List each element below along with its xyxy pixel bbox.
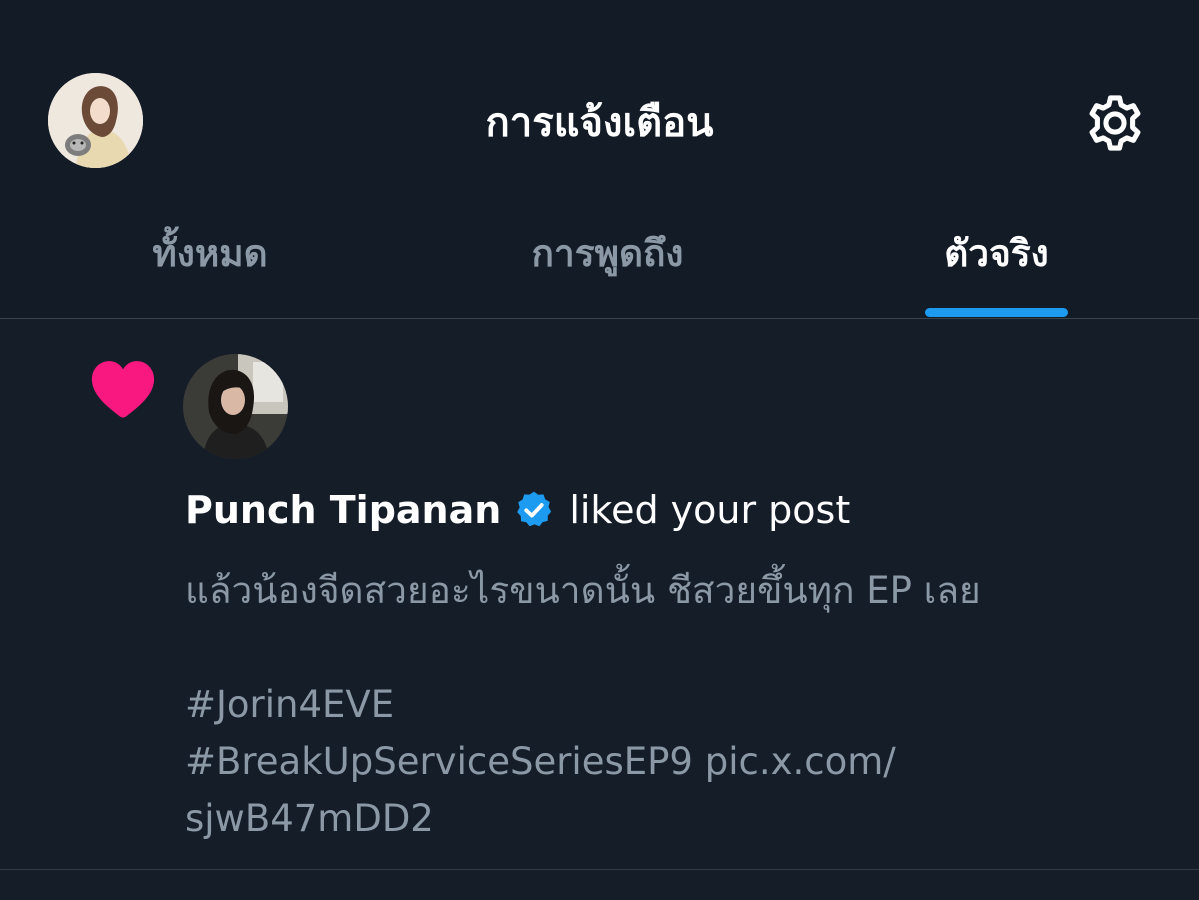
tab-verified-label: ตัวจริง bbox=[944, 232, 1049, 275]
tab-mentions[interactable]: การพูดถึง bbox=[495, 215, 720, 318]
active-tab-indicator bbox=[925, 308, 1068, 317]
heart-icon bbox=[91, 361, 155, 418]
notification-item[interactable]: Punch Tipanan liked your post แล้วน้องจี… bbox=[0, 319, 1199, 870]
tab-mentions-label: การพูดถึง bbox=[531, 232, 684, 275]
notifications-screen: การแจ้งเตือน ทั้งหมด การพูดถึง ตัวจริง P… bbox=[0, 0, 1199, 900]
notification-action-line: Punch Tipanan liked your post bbox=[185, 482, 850, 538]
notification-tabs: ทั้งหมด การพูดถึง ตัวจริง bbox=[0, 215, 1199, 318]
page-title: การแจ้งเตือน bbox=[485, 100, 714, 146]
gear-icon bbox=[1089, 95, 1141, 151]
post-link-continued[interactable]: sjwB47mDD2 bbox=[185, 791, 434, 847]
user-name[interactable]: Punch Tipanan bbox=[185, 488, 501, 532]
user-avatar-image bbox=[183, 354, 288, 459]
hashtag-jorin4eve[interactable]: #Jorin4EVE bbox=[185, 677, 394, 733]
post-text-line-1: แล้วน้องจีดสวยอะไรขนาดนั้น ชีสวยขึ้นทุก … bbox=[185, 569, 981, 612]
verified-badge-icon bbox=[517, 491, 552, 527]
settings-button[interactable] bbox=[1080, 88, 1150, 158]
user-avatar[interactable] bbox=[183, 354, 288, 459]
hashtag-breakupservice-link[interactable]: #BreakUpServiceSeriesEP9 pic.x.com/ bbox=[185, 734, 896, 790]
tab-verified[interactable]: ตัวจริง bbox=[900, 215, 1093, 318]
notifications-header: การแจ้งเตือน ทั้งหมด การพูดถึง ตัวจริง bbox=[0, 0, 1199, 319]
tab-all-label: ทั้งหมด bbox=[152, 232, 268, 275]
notification-action: liked your post bbox=[569, 488, 851, 532]
tab-all[interactable]: ทั้งหมด bbox=[110, 215, 310, 318]
